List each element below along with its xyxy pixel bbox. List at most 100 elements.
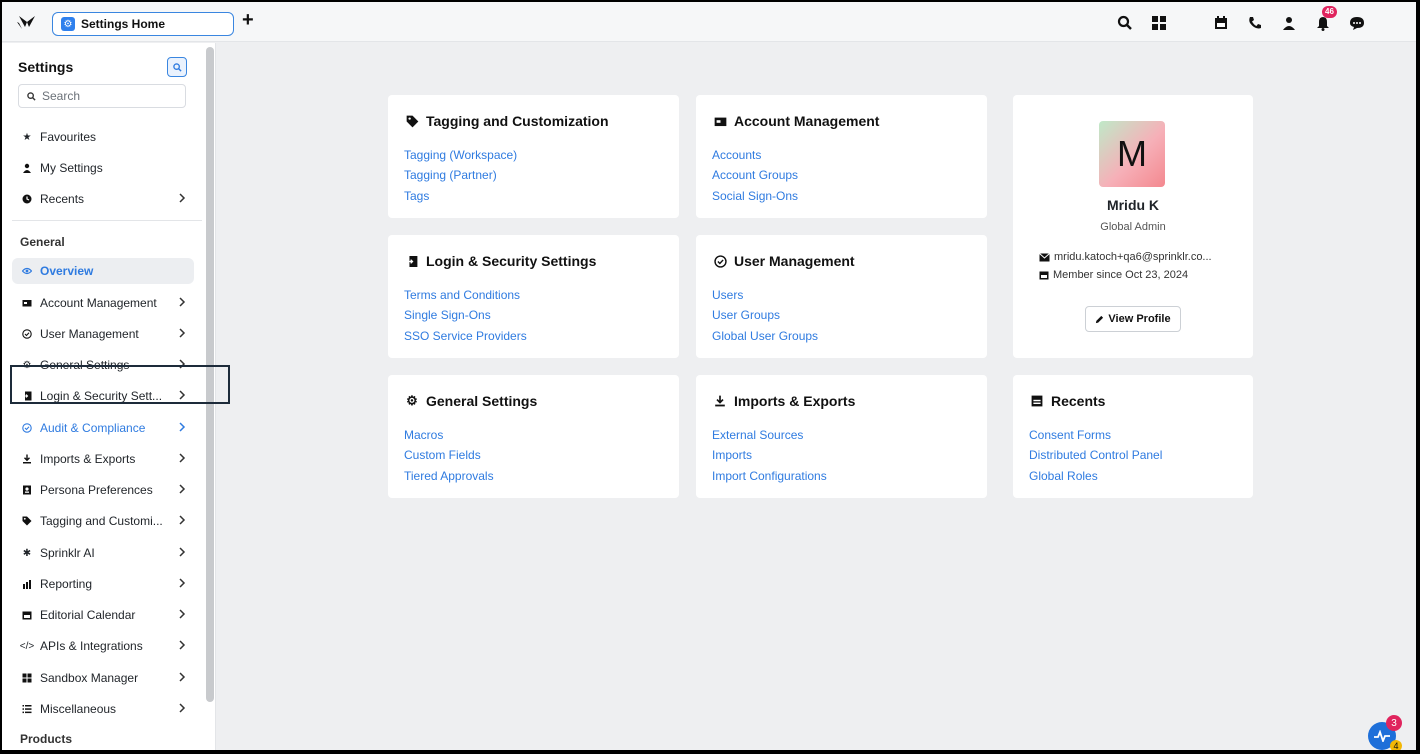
chevron-right-icon [179,297,186,307]
card-title-text: General Settings [426,393,538,409]
chevron-right-icon [179,672,186,682]
sidebar-title: Settings [18,59,74,75]
sprinklr-logo-icon[interactable] [16,13,38,31]
sidebar-item-label: Sandbox Manager [40,671,139,685]
link-sso-service-providers[interactable]: SSO Service Providers [404,329,527,343]
sidebar-divider [12,220,202,221]
sidebar-item-label: Imports & Exports [40,452,136,466]
pulse-icon [1374,730,1390,742]
sidebar-item-account-management[interactable]: Account Management [12,290,194,316]
sidebar-search-input[interactable]: Search [18,84,186,108]
profile-card: M Mridu K Global Admin mridu.katoch+qa6@… [1013,95,1253,358]
card-title-text: User Management [734,253,855,269]
sidebar-item-miscellaneous[interactable]: Miscellaneous [12,696,194,722]
tag-icon [20,516,34,526]
sidebar-item-persona-preferences[interactable]: Persona Preferences [12,477,194,503]
sidebar-item-recents[interactable]: Recents [12,186,194,212]
login-icon [404,255,420,268]
card-title-text: Account Management [734,113,880,129]
card-title: User Management [712,253,855,269]
link-tagging-partner[interactable]: Tagging (Partner) [404,168,497,182]
settings-home-tab[interactable]: ⚙ Settings Home [52,12,234,36]
sidebar-item-sandbox-manager[interactable]: Sandbox Manager [12,665,194,691]
download-icon [20,454,34,464]
link-user-groups[interactable]: User Groups [712,308,780,322]
bell-icon[interactable]: 46 [1312,6,1337,34]
fab-badge-alerts: 3 [1386,715,1402,731]
sidebar-item-editorial-calendar[interactable]: Editorial Calendar [12,602,194,628]
sidebar-item-label: Recents [40,192,85,206]
profile-member-since: Member since Oct 23, 2024 [1039,269,1188,281]
link-social-sign-ons[interactable]: Social Sign-Ons [712,189,798,203]
recents-icon [1029,395,1045,407]
sidebar-item-overview[interactable]: Overview [12,258,194,284]
card-title: Tagging and Customization [404,113,609,129]
profile-name: Mridu K [1106,197,1160,213]
search-icon[interactable] [1114,12,1136,34]
profile-member-since-text: Member since Oct 23, 2024 [1053,269,1189,281]
sidebar-item-label: Tagging and Customi... [40,514,163,528]
fab-badge-warnings: 4 [1390,740,1402,750]
sidebar-item-imports-exports[interactable]: Imports & Exports [12,446,194,472]
link-macros[interactable]: Macros [404,428,443,442]
link-tags[interactable]: Tags [404,189,429,203]
gear-icon: ⚙ [406,393,418,408]
agent-icon[interactable] [1278,12,1300,34]
link-accounts[interactable]: Accounts [712,148,761,162]
card-title-text: Recents [1051,393,1106,409]
link-terms-conditions[interactable]: Terms and Conditions [404,288,520,302]
sidebar-item-audit-compliance[interactable]: Audit & Compliance [12,415,194,441]
link-external-sources[interactable]: External Sources [712,428,803,442]
sidebar-item-label: Overview [40,264,94,278]
link-global-user-groups[interactable]: Global User Groups [712,329,818,343]
sidebar-item-label: Reporting [40,577,93,591]
sidebar-search-toggle[interactable] [167,57,187,77]
sidebar-item-my-settings[interactable]: My Settings [12,155,194,181]
link-account-groups[interactable]: Account Groups [712,168,798,182]
calendar-icon[interactable] [1210,12,1232,34]
link-global-roles[interactable]: Global Roles [1029,469,1098,483]
card-login-security: Login & Security Settings Terms and Cond… [388,235,679,358]
view-profile-button[interactable]: View Profile [1085,306,1181,332]
phone-icon[interactable] [1244,12,1266,34]
chevron-right-icon [179,422,186,432]
grid-icon [20,673,34,683]
profile-email-text: mridu.katoch+qa6@sprinklr.co... [1054,251,1212,263]
search-icon [172,62,182,72]
sidebar-item-label: My Settings [40,161,103,175]
chevron-right-icon [179,703,186,713]
sidebar-item-label: Audit & Compliance [40,421,146,435]
link-tiered-approvals[interactable]: Tiered Approvals [404,469,494,483]
sidebar-item-label: APIs & Integrations [40,639,143,653]
sidebar-section-general: General [20,235,65,249]
chevron-right-icon [179,578,186,588]
link-custom-fields[interactable]: Custom Fields [404,448,481,462]
link-imports[interactable]: Imports [712,448,752,462]
chat-icon[interactable] [1346,12,1368,34]
top-bar: ⚙ Settings Home + 46 [2,2,1416,42]
account-icon [20,299,34,307]
check-circle-icon [20,329,34,339]
sidebar-item-tagging-customization[interactable]: Tagging and Customi... [12,508,194,534]
sidebar-item-sprinklr-ai[interactable]: ✱ Sprinklr AI [12,540,194,566]
apps-grid-icon[interactable] [1148,12,1170,34]
calendar-icon [1039,270,1049,280]
sidebar-item-user-management[interactable]: User Management [12,321,194,347]
link-single-sign-ons[interactable]: Single Sign-Ons [404,308,491,322]
link-tagging-workspace[interactable]: Tagging (Workspace) [404,148,517,162]
link-consent-forms[interactable]: Consent Forms [1029,428,1111,442]
card-title-text: Login & Security Settings [426,253,597,269]
list-icon [20,704,34,714]
sidebar-item-favourites[interactable]: ★ Favourites [12,124,194,150]
sidebar-item-reporting[interactable]: Reporting [12,571,194,597]
link-distributed-control-panel[interactable]: Distributed Control Panel [1029,448,1162,462]
top-icons-right: 46 [1198,6,1368,34]
avatar[interactable]: M [1099,121,1165,187]
chart-icon [20,579,34,589]
profile-role: Global Admin [1100,221,1166,233]
new-tab-button[interactable]: + [242,10,254,30]
link-users[interactable]: Users [712,288,743,302]
sidebar-item-apis-integrations[interactable]: </> APIs & Integrations [12,633,194,659]
link-import-configurations[interactable]: Import Configurations [712,469,827,483]
sidebar-item-label: Persona Preferences [40,483,153,497]
